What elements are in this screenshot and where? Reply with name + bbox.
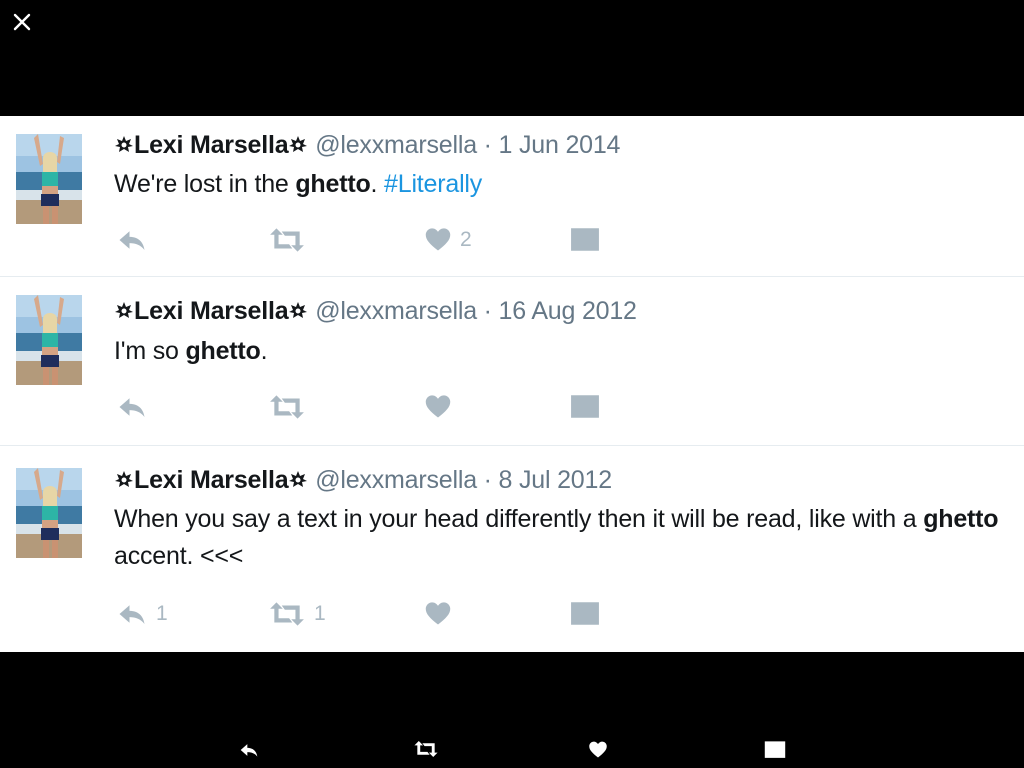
- like-button[interactable]: [424, 389, 460, 425]
- avatar[interactable]: [16, 468, 82, 558]
- highlighted-term: ghetto: [185, 337, 261, 365]
- author-name[interactable]: Lexi Marsella: [114, 466, 308, 494]
- avatar[interactable]: [16, 134, 82, 224]
- tweet-text: I'm so ghetto.: [114, 337, 268, 365]
- separator: ·: [483, 131, 492, 159]
- retweet-button[interactable]: 1: [268, 596, 326, 632]
- tweet-text: When you say a text in your head differe…: [114, 505, 999, 570]
- tweet-item[interactable]: Lexi Marsella @lexxmarsella · 16 Aug 201…: [0, 277, 1024, 446]
- heart-icon: [588, 740, 608, 760]
- tweet-header: Lexi Marsella @lexxmarsella · 1 Jun 2014: [114, 129, 620, 161]
- flower-icon: [114, 470, 134, 490]
- viewer-message-button[interactable]: [764, 740, 786, 765]
- like-count: 2: [460, 228, 472, 251]
- tweets-sheet: Lexi Marsella @lexxmarsella · 1 Jun 2014…: [0, 116, 1024, 652]
- tweet-item[interactable]: Lexi Marsella @lexxmarsella · 8 Jul 2012…: [0, 446, 1024, 652]
- like-button[interactable]: [424, 596, 460, 632]
- flower-icon: [114, 301, 134, 321]
- viewer-reply-button[interactable]: [238, 740, 260, 765]
- message-icon: [764, 740, 786, 760]
- reply-button[interactable]: [116, 389, 156, 425]
- separator: ·: [483, 297, 492, 325]
- retweet-icon: [268, 601, 306, 627]
- direct-message-button[interactable]: [570, 222, 600, 258]
- direct-message-button[interactable]: [570, 389, 600, 425]
- author-handle[interactable]: @lexxmarsella: [315, 466, 477, 494]
- retweet-icon: [413, 740, 439, 758]
- tweet-date[interactable]: 1 Jun 2014: [499, 131, 621, 159]
- reply-icon: [238, 740, 260, 760]
- tweet-text: We're lost in the ghetto. #Literally: [114, 170, 483, 198]
- avatar[interactable]: [16, 295, 82, 385]
- heart-icon: [424, 226, 452, 254]
- flower-icon: [288, 135, 308, 155]
- author-handle[interactable]: @lexxmarsella: [315, 297, 477, 325]
- retweet-button[interactable]: [268, 389, 314, 425]
- retweet-icon: [268, 227, 306, 253]
- reply-icon: [116, 599, 148, 629]
- viewer-toolbar: [0, 652, 1024, 768]
- flower-icon: [288, 301, 308, 321]
- author-name[interactable]: Lexi Marsella: [114, 131, 308, 159]
- author-name[interactable]: Lexi Marsella: [114, 297, 308, 325]
- hashtag-link[interactable]: #Literally: [384, 170, 482, 198]
- viewer-retweet-button[interactable]: [413, 740, 439, 763]
- tweet-date[interactable]: 8 Jul 2012: [499, 466, 613, 494]
- reply-count: 1: [156, 602, 168, 625]
- flower-icon: [114, 135, 134, 155]
- separator: ·: [483, 466, 492, 494]
- close-icon: [13, 13, 31, 31]
- viewer-like-button[interactable]: [588, 740, 608, 765]
- message-icon: [570, 393, 600, 421]
- message-icon: [570, 600, 600, 628]
- reply-button[interactable]: [116, 222, 156, 258]
- reply-icon: [116, 225, 148, 255]
- retweet-icon: [268, 394, 306, 420]
- tweet-header: Lexi Marsella @lexxmarsella · 8 Jul 2012: [114, 464, 612, 496]
- highlighted-term: ghetto: [295, 170, 371, 198]
- highlighted-term: ghetto: [923, 505, 999, 533]
- retweet-button[interactable]: [268, 222, 314, 258]
- flower-icon: [288, 470, 308, 490]
- like-button[interactable]: 2: [424, 222, 472, 258]
- message-icon: [570, 226, 600, 254]
- reply-button[interactable]: 1: [116, 596, 168, 632]
- close-button[interactable]: [10, 10, 34, 34]
- heart-icon: [424, 600, 452, 628]
- tweet-date[interactable]: 16 Aug 2012: [499, 297, 637, 325]
- heart-icon: [424, 393, 452, 421]
- tweet-header: Lexi Marsella @lexxmarsella · 16 Aug 201…: [114, 295, 637, 327]
- retweet-count: 1: [314, 602, 326, 625]
- reply-icon: [116, 392, 148, 422]
- direct-message-button[interactable]: [570, 596, 600, 632]
- author-handle[interactable]: @lexxmarsella: [315, 131, 477, 159]
- tweet-item[interactable]: Lexi Marsella @lexxmarsella · 1 Jun 2014…: [0, 116, 1024, 277]
